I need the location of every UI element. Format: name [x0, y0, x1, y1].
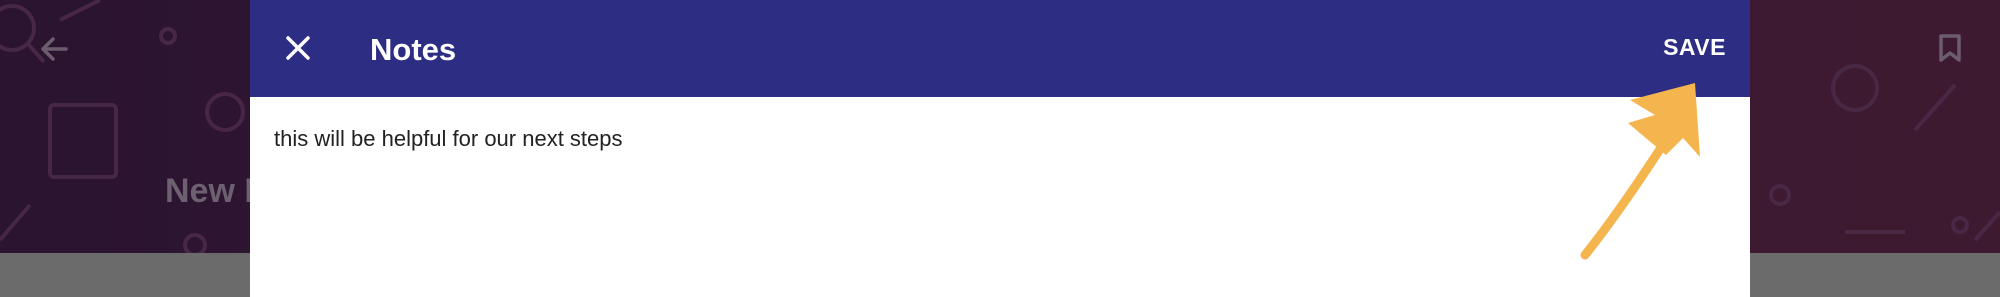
dialog-title: Notes: [370, 32, 457, 67]
save-button[interactable]: SAVE: [1663, 34, 1726, 61]
back-arrow-icon[interactable]: [38, 34, 70, 69]
close-button[interactable]: [280, 30, 316, 66]
close-icon: [286, 36, 310, 60]
dialog-header: Notes SAVE: [250, 0, 1750, 97]
annotation-arrow: [1580, 83, 1700, 260]
notes-dialog: Notes SAVE this will be helpful for our …: [250, 0, 1750, 297]
bookmark-icon[interactable]: [1938, 33, 1962, 68]
note-text-field[interactable]: this will be helpful for our next steps: [274, 124, 1574, 154]
